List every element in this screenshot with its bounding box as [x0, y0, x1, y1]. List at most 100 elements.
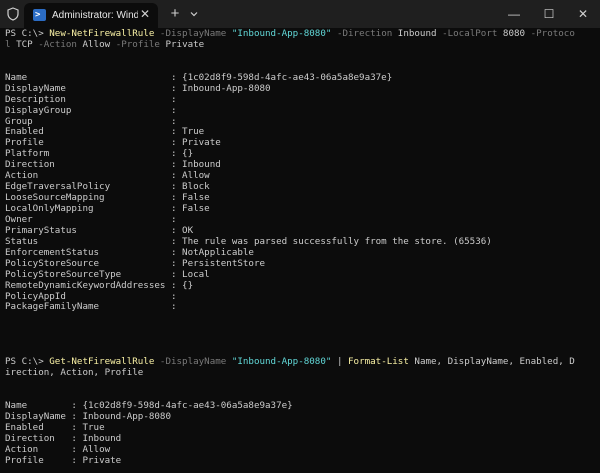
property-line: Profile : Private [5, 138, 595, 149]
property-line: Profile : Private [5, 456, 595, 467]
tab-powershell[interactable]: > Administrator: Windows PowerShell ✕ [24, 3, 158, 28]
separator: : [43, 455, 83, 466]
command-line: PS C:\> Get-NetFirewallRule -DisplayName… [5, 357, 595, 368]
property-line: Direction : Inbound [5, 160, 595, 171]
separator: : [71, 105, 183, 116]
separator: : [65, 411, 83, 422]
property-value: Local [182, 269, 210, 280]
property-line: DisplayName : Inbound-App-8080 [5, 412, 595, 423]
property-line: Owner : [5, 215, 595, 226]
property-name: Platform [5, 149, 50, 160]
property-line: Name : {1c02d8f9-598d-4afc-ae43-06a5a8e9… [5, 73, 595, 84]
property-line: Status : The rule was parsed successfull… [5, 237, 595, 248]
token: -DisplayName [154, 29, 232, 39]
token: -Action [32, 39, 83, 50]
token: TCP [16, 39, 33, 50]
shield-icon [7, 7, 19, 21]
property-name: Profile [5, 138, 44, 149]
plus-icon[interactable]: + [166, 5, 184, 23]
token: irection, Action, Profile [5, 368, 144, 379]
token: l [5, 39, 17, 50]
token: Format-List [348, 357, 409, 368]
token: -DisplayName [154, 357, 232, 368]
property-line: PolicyStoreSourceType : Local [5, 270, 595, 281]
property-name: Direction [5, 433, 55, 444]
separator: : [38, 444, 83, 455]
token: PS C:\> [5, 29, 50, 39]
separator: : [93, 204, 183, 214]
property-name: PolicyStoreSourceType [5, 269, 122, 280]
property-name: DisplayName [5, 411, 66, 422]
separator: : [54, 160, 183, 171]
property-line: Enabled : True [5, 127, 595, 138]
property-name: Name [5, 400, 28, 411]
property-line: EnforcementStatus : NotApplicable [5, 248, 595, 259]
property-value: Private [182, 138, 221, 149]
chevron-down-icon[interactable] [185, 5, 203, 23]
command-line: irection, Action, Profile [5, 368, 595, 379]
property-value: OK [182, 225, 194, 236]
property-value: True [82, 422, 105, 433]
property-name: LooseSourceMapping [5, 193, 105, 204]
property-name: PolicyStoreSource [5, 258, 100, 269]
separator: : [121, 269, 183, 280]
property-value: NotApplicable [182, 247, 254, 258]
property-value: True [182, 127, 205, 138]
separator: : [49, 149, 183, 160]
separator: : [38, 171, 183, 182]
property-name: Action [5, 171, 39, 182]
token: Name, DisplayName, Enabled, D [408, 357, 575, 368]
property-line: PrimaryStatus : OK [5, 226, 595, 237]
close-icon[interactable]: ✕ [138, 6, 152, 22]
property-value: Block [182, 182, 210, 193]
property-value: {} [182, 280, 194, 291]
property-name: Group [5, 116, 33, 127]
property-name: Direction [5, 160, 55, 171]
property-value: False [182, 193, 210, 204]
terminal-window: > Administrator: Windows PowerShell ✕ + … [0, 0, 600, 473]
property-name: Profile [5, 455, 44, 466]
property-value: Allow [82, 444, 111, 455]
token: | [331, 357, 349, 368]
property-line: DisplayName : Inbound-App-8080 [5, 84, 595, 95]
property-value: False [182, 204, 210, 214]
terminal-output[interactable]: PS C:\> New-NetFirewallRule -DisplayName… [5, 29, 595, 469]
token: Inbound [397, 29, 437, 39]
close-window-icon[interactable]: ✕ [566, 0, 600, 28]
property-value: Inbound-App-8080 [82, 411, 171, 422]
title-bar[interactable]: > Administrator: Windows PowerShell ✕ + … [0, 0, 600, 28]
property-line: PolicyStoreSource : PersistentStore [5, 259, 595, 270]
property-name: Description [5, 94, 66, 105]
powershell-icon: > [33, 9, 46, 21]
property-line: DisplayGroup : [5, 106, 595, 117]
minimize-icon[interactable]: — [497, 0, 531, 28]
property-name: Enabled [5, 127, 44, 138]
property-line: Group : [5, 117, 595, 128]
separator: : [65, 94, 183, 105]
separator: : [65, 291, 183, 302]
property-value: {1c02d8f9-598d-4afc-ae43-06a5a8e9a37e} [182, 72, 393, 83]
property-name: DisplayName [5, 83, 66, 94]
separator: : [43, 422, 83, 433]
property-name: PrimaryStatus [5, 225, 77, 236]
property-line: EdgeTraversalPolicy : Block [5, 182, 595, 193]
property-line: Action : Allow [5, 445, 595, 456]
property-line: PackageFamilyName : [5, 302, 595, 313]
separator: : [32, 116, 183, 127]
property-name: Action [5, 444, 39, 455]
maximize-icon[interactable]: ☐ [532, 0, 566, 28]
token: -Direction [331, 29, 398, 39]
tab-title: Administrator: Windows PowerShell [52, 10, 138, 21]
property-value: Inbound [182, 160, 221, 171]
token: "Inbound-App-8080" [231, 29, 332, 39]
property-value: PersistentStore [182, 258, 266, 269]
property-value: Inbound-App-8080 [182, 83, 271, 94]
property-line: RemoteDynamicKeywordAddresses : {} [5, 281, 595, 292]
separator: : [27, 400, 83, 411]
